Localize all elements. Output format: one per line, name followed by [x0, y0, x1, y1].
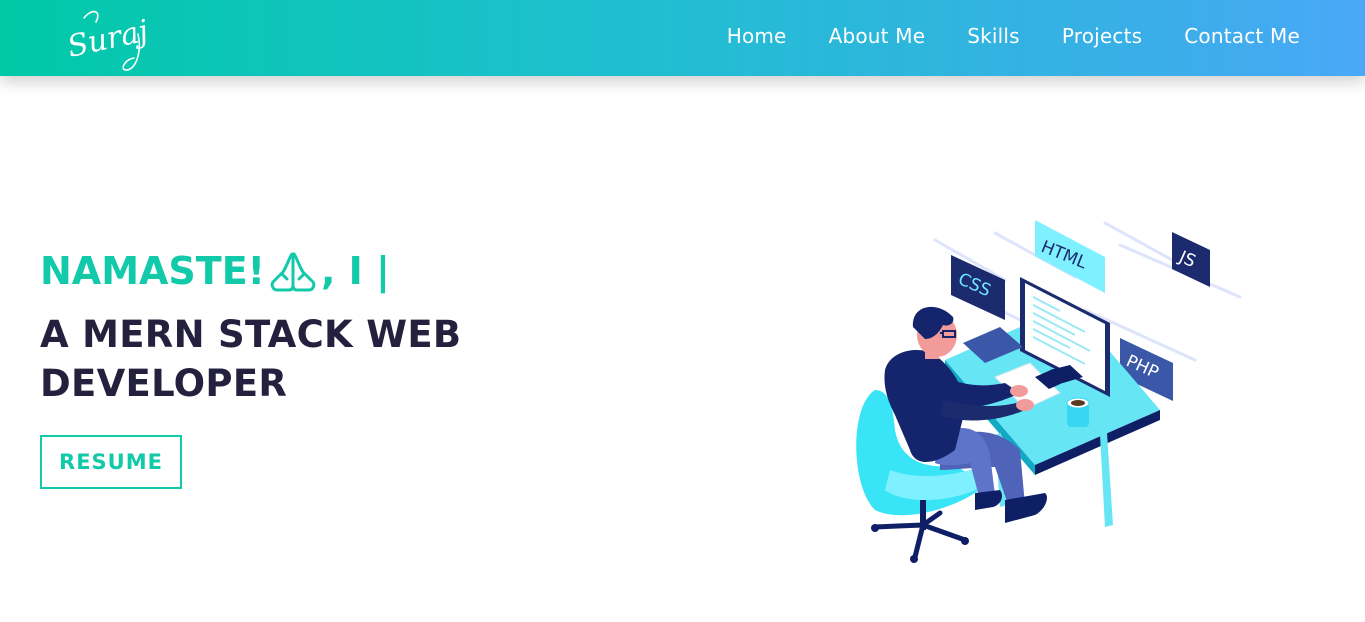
nav-link-projects[interactable]: Projects	[1062, 24, 1142, 48]
signature-logo-icon: Suraj	[64, 10, 151, 71]
hero-greeting: NAMASTE! , I |	[40, 248, 390, 294]
folded-hands-icon	[267, 248, 319, 294]
nav-link-skills[interactable]: Skills	[967, 24, 1020, 48]
hero-headline: A MERN STACK WEB DEVELOPER	[40, 313, 462, 405]
resume-button[interactable]: RESUME	[40, 435, 182, 489]
logo[interactable]: Suraj	[62, 4, 166, 74]
coffee-cup-icon	[1066, 397, 1090, 427]
greeting-suffix: , I |	[321, 249, 390, 293]
html-tag: HTML	[1035, 220, 1105, 293]
developer-illustration: HTML CSS JS PHP	[845, 205, 1250, 570]
navbar: Suraj Home About Me Skills Projects Cont…	[0, 0, 1365, 76]
greeting-text: NAMASTE!	[40, 249, 266, 293]
nav-link-home[interactable]: Home	[727, 24, 787, 48]
nav-link-contact-me[interactable]: Contact Me	[1184, 24, 1300, 48]
nav-menu: Home About Me Skills Projects Contact Me	[727, 0, 1300, 72]
nav-link-about-me[interactable]: About Me	[829, 24, 926, 48]
js-tag: JS	[1172, 232, 1210, 287]
